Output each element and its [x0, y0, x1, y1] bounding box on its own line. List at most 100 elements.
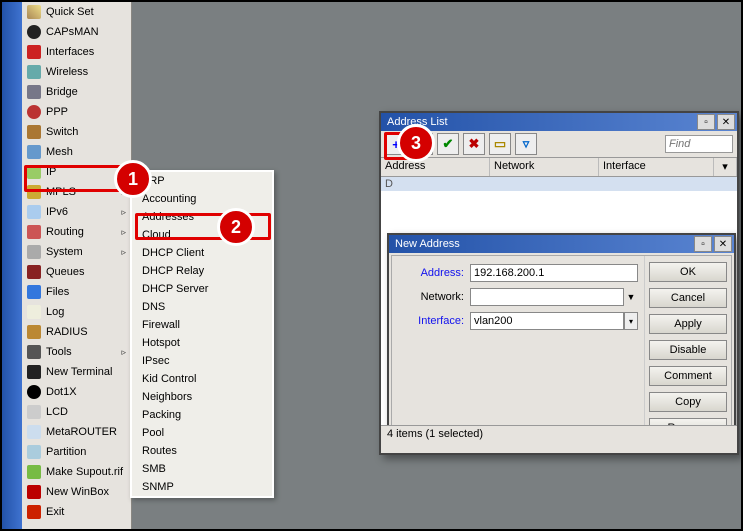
apply-button[interactable]: Apply	[649, 314, 727, 334]
sidebar-item-routing[interactable]: Routing▹	[22, 222, 131, 242]
interface-input[interactable]	[470, 312, 624, 330]
submenu-item-cloud[interactable]: Cloud	[132, 226, 272, 244]
disable-button[interactable]: Disable	[649, 340, 727, 360]
remove-button[interactable]: −	[411, 133, 433, 155]
cancel-button[interactable]: Cancel	[649, 288, 727, 308]
submenu-item-kid-control[interactable]: Kid Control	[132, 370, 272, 388]
find-input[interactable]	[665, 135, 733, 153]
sidebar-item-bridge[interactable]: Bridge	[22, 82, 131, 102]
submenu-item-routes[interactable]: Routes	[132, 442, 272, 460]
network-input[interactable]	[470, 288, 624, 306]
bridge-icon	[27, 85, 41, 99]
lcd-icon	[27, 405, 41, 419]
header-dropdown-icon[interactable]: ▾	[714, 158, 737, 176]
address-list-status: 4 items (1 selected)	[381, 425, 737, 448]
sidebar-item-mpls[interactable]: MPLS▹	[22, 182, 131, 202]
submenu-item-smb[interactable]: SMB	[132, 460, 272, 478]
sidebar-item-queues[interactable]: Queues	[22, 262, 131, 282]
sidebar-item-label: IP	[46, 166, 56, 178]
sys-icon	[27, 245, 41, 259]
submenu-item-snmp[interactable]: SNMP	[132, 478, 272, 496]
address-list-titlebar[interactable]: Address List ▫ ✕	[381, 113, 737, 131]
sidebar-item-ip[interactable]: IP▹	[22, 162, 131, 182]
sidebar-item-lcd[interactable]: LCD	[22, 402, 131, 422]
submenu-item-pool[interactable]: Pool	[132, 424, 272, 442]
submenu-item-dhcp-server[interactable]: DHCP Server	[132, 280, 272, 298]
sidebar-item-partition[interactable]: Partition	[22, 442, 131, 462]
sidebar-item-switch[interactable]: Switch	[22, 122, 131, 142]
sidebar-item-quick-set[interactable]: Quick Set	[22, 2, 131, 22]
copy-button[interactable]: Copy	[649, 392, 727, 412]
comment-button[interactable]: Comment	[649, 366, 727, 386]
table-row[interactable]: D	[381, 177, 737, 191]
sidebar-item-make-supout-rif[interactable]: Make Supout.rif	[22, 462, 131, 482]
sidebar-item-radius[interactable]: RADIUS	[22, 322, 131, 342]
sidebar-item-label: Bridge	[46, 86, 78, 98]
submenu-item-arp[interactable]: ARP	[132, 172, 272, 190]
disable-button[interactable]: ✖	[463, 133, 485, 155]
switch-icon	[27, 125, 41, 139]
chevron-right-icon: ▹	[118, 347, 126, 358]
tools-icon	[27, 345, 41, 359]
mpls-icon	[27, 185, 41, 199]
ok-button[interactable]: OK	[649, 262, 727, 282]
address-list-body[interactable]: D New Address ▫ ✕ Address:	[381, 177, 737, 425]
sidebar-item-label: CAPsMAN	[46, 26, 99, 38]
network-label: Network:	[398, 291, 470, 303]
sidebar-item-log[interactable]: Log	[22, 302, 131, 322]
new-address-dialog: New Address ▫ ✕ Address: Network:	[387, 233, 736, 425]
wand-icon	[27, 5, 41, 19]
address-list-window: Address List ▫ ✕ + − ✔ ✖ ▭ ▿ Address Net…	[379, 111, 739, 455]
sidebar-item-label: Tools	[46, 346, 72, 358]
filter-button[interactable]: ▿	[515, 133, 537, 155]
chevron-right-icon: ▹	[118, 187, 126, 198]
submenu-item-dns[interactable]: DNS	[132, 298, 272, 316]
submenu-item-packing[interactable]: Packing	[132, 406, 272, 424]
files-icon	[27, 285, 41, 299]
submenu-item-neighbors[interactable]: Neighbors	[132, 388, 272, 406]
header-network[interactable]: Network	[490, 158, 599, 176]
restore-button[interactable]: ▫	[697, 114, 715, 130]
submenu-item-dhcp-relay[interactable]: DHCP Relay	[132, 262, 272, 280]
close-button[interactable]: ✕	[714, 236, 732, 252]
comment-button[interactable]: ▭	[489, 133, 511, 155]
remove-button[interactable]: Remove	[649, 418, 727, 425]
sidebar-item-label: Log	[46, 306, 64, 318]
header-address[interactable]: Address	[381, 158, 490, 176]
submenu-item-firewall[interactable]: Firewall	[132, 316, 272, 334]
sidebar-item-tools[interactable]: Tools ▹	[22, 342, 131, 362]
address-list-title: Address List	[387, 116, 448, 128]
sidebar-item-dot1x[interactable]: Dot1X	[22, 382, 131, 402]
add-button[interactable]: +	[385, 133, 407, 155]
iface-icon	[27, 45, 41, 59]
network-expand-icon[interactable]: ▼	[624, 292, 638, 302]
ppp-icon	[27, 105, 41, 119]
restore-button[interactable]: ▫	[694, 236, 712, 252]
new-address-titlebar[interactable]: New Address ▫ ✕	[389, 235, 734, 253]
enable-button[interactable]: ✔	[437, 133, 459, 155]
sidebar-item-label: Make Supout.rif	[46, 466, 123, 478]
sidebar-item-ipv6[interactable]: IPv6▹	[22, 202, 131, 222]
submenu-item-dhcp-client[interactable]: DHCP Client	[132, 244, 272, 262]
sidebar-item-exit[interactable]: Exit	[22, 502, 131, 522]
sidebar-item-label: LCD	[46, 406, 68, 418]
sidebar-item-system[interactable]: System▹	[22, 242, 131, 262]
submenu-item-accounting[interactable]: Accounting	[132, 190, 272, 208]
sidebar-item-label: Exit	[46, 506, 64, 518]
interface-dropdown-icon[interactable]: ▾	[624, 312, 638, 330]
submenu-item-hotspot[interactable]: Hotspot	[132, 334, 272, 352]
header-interface[interactable]: Interface	[599, 158, 714, 176]
submenu-item-ipsec[interactable]: IPsec	[132, 352, 272, 370]
sidebar-item-new-terminal[interactable]: New Terminal	[22, 362, 131, 382]
sidebar-item-wireless[interactable]: Wireless	[22, 62, 131, 82]
sidebar-item-capsman[interactable]: CAPsMAN	[22, 22, 131, 42]
sidebar-item-files[interactable]: Files	[22, 282, 131, 302]
close-button[interactable]: ✕	[717, 114, 735, 130]
sidebar-item-metarouter[interactable]: MetaROUTER	[22, 422, 131, 442]
sidebar-item-new-winbox[interactable]: New WinBox	[22, 482, 131, 502]
submenu-item-addresses[interactable]: Addresses	[132, 208, 272, 226]
sidebar-item-ppp[interactable]: PPP	[22, 102, 131, 122]
sidebar-item-mesh[interactable]: Mesh	[22, 142, 131, 162]
sidebar-item-interfaces[interactable]: Interfaces	[22, 42, 131, 62]
address-input[interactable]	[470, 264, 638, 282]
